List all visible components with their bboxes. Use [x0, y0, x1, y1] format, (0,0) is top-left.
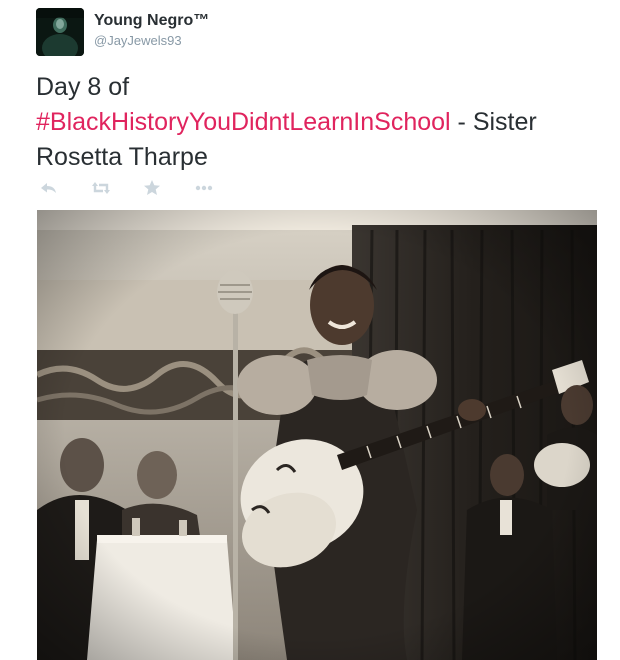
- performer-photo: [37, 210, 597, 660]
- reply-icon: [41, 183, 56, 193]
- tweet-text: Day 8 of #BlackHistoryYouDidntLearnInSch…: [36, 70, 606, 175]
- tweet-text-prefix: Day 8 of: [36, 73, 130, 101]
- favorite-star-icon: [144, 180, 160, 195]
- retweet-button[interactable]: [89, 176, 113, 200]
- user-handle[interactable]: @JayJewels93: [94, 33, 182, 48]
- favorite-button[interactable]: [140, 176, 164, 200]
- hashtag-link[interactable]: #BlackHistoryYouDidntLearnInSchool: [36, 108, 451, 136]
- reply-button[interactable]: [36, 176, 60, 200]
- more-options-button[interactable]: [192, 176, 216, 200]
- user-display-name[interactable]: Young Negro™: [94, 12, 209, 30]
- retweet-icon: [92, 182, 110, 194]
- avatar[interactable]: [36, 8, 84, 56]
- tweet-media-photo[interactable]: [37, 210, 597, 660]
- avatar-image: [36, 8, 84, 56]
- more-options-icon: [195, 185, 213, 191]
